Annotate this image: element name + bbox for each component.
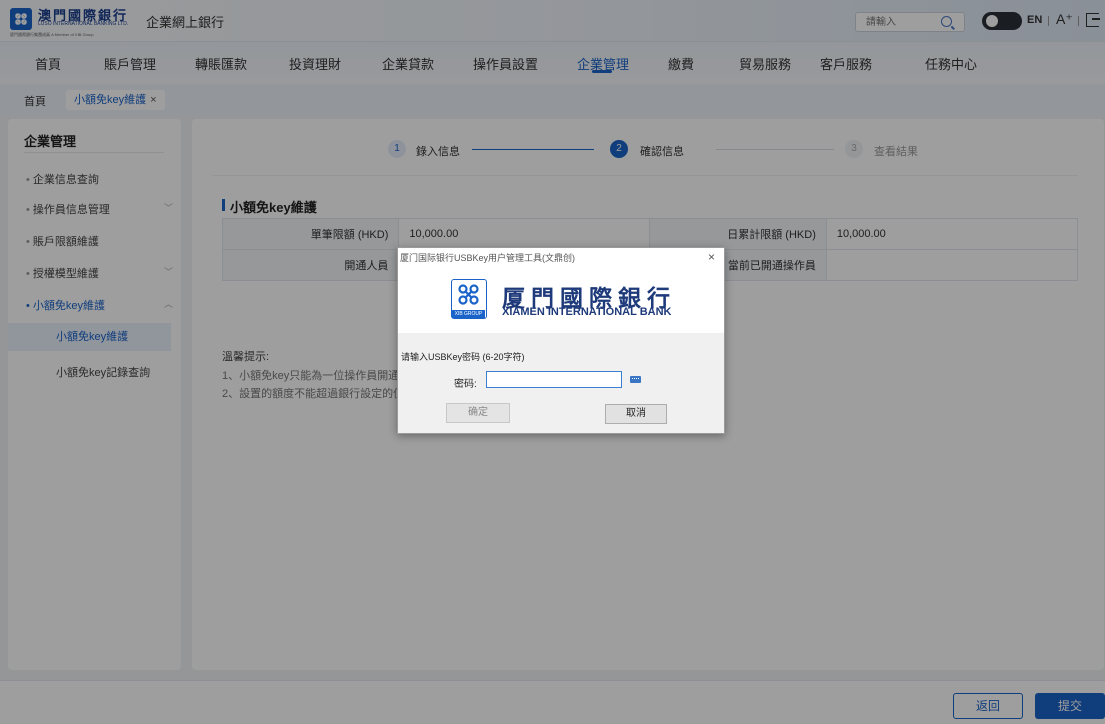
dialog-bank-name-en: XIAMEN INTERNATIONAL BANK xyxy=(502,306,672,318)
keyboard-icon[interactable] xyxy=(630,376,641,383)
xib-group-label: XIB GROUP xyxy=(452,310,485,318)
close-icon[interactable]: × xyxy=(708,250,715,264)
confirm-button[interactable]: 确定 xyxy=(446,403,510,423)
password-input[interactable] xyxy=(486,371,622,388)
dialog-titlebar[interactable]: 厦门国际银行USBKey用户管理工具(文鼎创) × xyxy=(398,248,724,268)
usbkey-dialog: 厦门国际银行USBKey用户管理工具(文鼎创) × XIB GROUP 厦門國際… xyxy=(397,247,725,434)
password-label: 密码: xyxy=(454,379,477,390)
password-prompt: 请输入USBKey密码 (6-20字符) xyxy=(401,352,525,362)
dialog-banner: XIB GROUP 厦門國際銀行 XIAMEN INTERNATIONAL BA… xyxy=(398,268,724,333)
xib-logo-icon: XIB GROUP xyxy=(451,279,487,319)
cancel-button[interactable]: 取消 xyxy=(605,404,667,424)
dialog-title: 厦门国际银行USBKey用户管理工具(文鼎创) xyxy=(400,253,576,263)
